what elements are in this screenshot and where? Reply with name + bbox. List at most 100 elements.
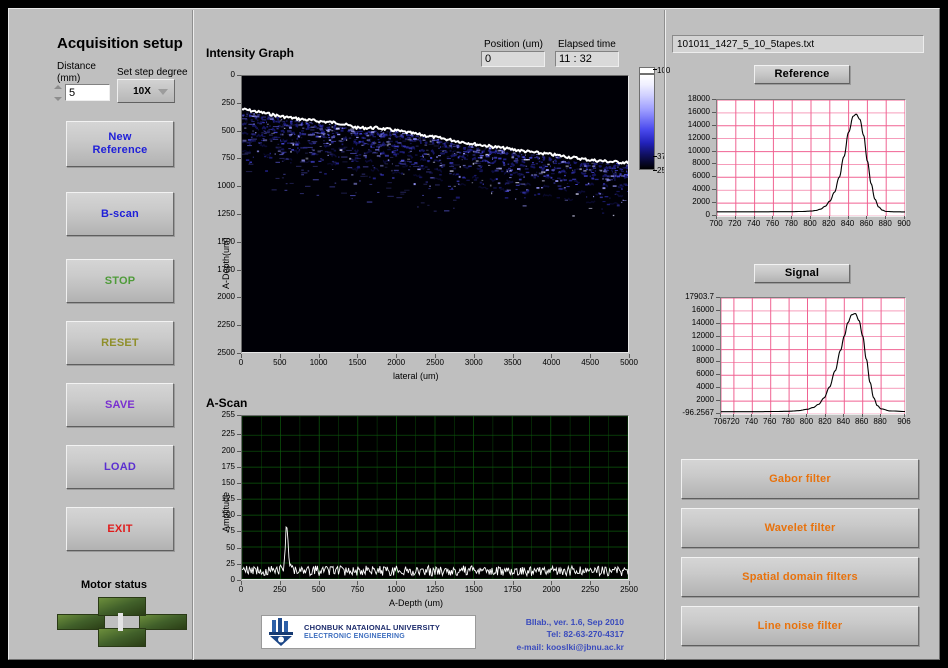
bscan-speckle xyxy=(249,140,254,142)
bscan-speckle xyxy=(422,139,426,141)
bscan-speckle xyxy=(319,146,322,147)
bscan-speckle xyxy=(498,157,502,160)
bscan-speckle xyxy=(506,189,511,191)
bscan-speckle xyxy=(384,144,391,146)
line-noise-filter-button[interactable]: Line noise filter xyxy=(681,606,919,646)
signal-spectrum-graph[interactable]: 17903.7 16000 14000 12000 10000 8000 6000 4000 2… xyxy=(672,291,924,446)
distance-spinner[interactable] xyxy=(54,85,63,101)
bscan-speckle xyxy=(420,202,425,204)
bscan-speckle xyxy=(442,146,444,148)
new-reference-button[interactable]: New Reference xyxy=(66,121,174,167)
bscan-speckle xyxy=(541,161,543,163)
signal-plot-area[interactable] xyxy=(720,297,906,415)
bscan-speckle xyxy=(554,166,556,168)
bscan-speckle xyxy=(373,151,377,153)
bscan-speckle xyxy=(291,149,295,151)
bscan-speckle xyxy=(485,155,488,157)
bscan-speckle xyxy=(521,183,526,185)
bscan-speckle xyxy=(515,161,519,164)
spectrum-x-tick: 880 xyxy=(873,417,887,426)
bscan-speckle xyxy=(574,169,576,171)
bscan-speckle xyxy=(621,168,624,170)
intensity-y-tick: 2500 xyxy=(217,348,235,357)
bscan-speckle xyxy=(276,128,279,130)
save-button[interactable]: SAVE xyxy=(66,383,174,427)
distance-input[interactable]: 5 xyxy=(65,84,110,101)
bscan-speckle xyxy=(381,135,385,138)
bscan-speckle xyxy=(521,160,524,163)
bscan-speckle xyxy=(534,157,536,159)
bscan-speckle xyxy=(343,146,348,148)
motor-center-gap xyxy=(118,613,123,631)
stop-button[interactable]: STOP xyxy=(66,259,174,303)
bscan-speckle xyxy=(417,206,419,208)
bscan-speckle xyxy=(526,189,530,192)
a-scan-y-tick: 255 xyxy=(221,410,235,419)
spectrum-y-tick: 2000 xyxy=(696,395,714,405)
intensity-graph[interactable]: 0 250 500 750 1000 1250 1500 1750 2000 2250 2500 A… xyxy=(201,59,641,389)
bscan-speckle xyxy=(274,153,276,155)
bscan-speckle xyxy=(402,166,406,168)
bscan-speckle xyxy=(346,149,352,151)
wavelet-filter-button[interactable]: Wavelet filter xyxy=(681,508,919,548)
intensity-y-tick: 2000 xyxy=(217,292,235,302)
bscan-speckle xyxy=(477,165,481,167)
b-scan-button[interactable]: B-scan xyxy=(66,192,174,236)
bscan-speckle xyxy=(518,173,521,175)
bscan-speckle xyxy=(588,207,593,209)
bscan-speckle xyxy=(277,136,281,138)
bscan-speckle xyxy=(324,173,327,175)
motor-status-label: Motor status xyxy=(81,579,147,591)
bscan-speckle xyxy=(407,139,412,141)
load-button[interactable]: LOAD xyxy=(66,445,174,489)
bscan-speckle xyxy=(453,154,457,157)
reference-spectrum-graph[interactable]: 18000 16000 14000 12000 10000 8000 6000 4000 200… xyxy=(672,93,924,248)
bscan-speckle xyxy=(543,157,546,159)
step-degree-value: 10X xyxy=(133,85,151,97)
load-label: LOAD xyxy=(104,460,136,473)
bscan-speckle xyxy=(395,155,398,157)
exit-label: EXIT xyxy=(107,522,133,535)
reference-plot-area[interactable] xyxy=(716,99,906,217)
bscan-speckle xyxy=(466,179,470,181)
bscan-speckle xyxy=(273,136,278,138)
bscan-speckle xyxy=(380,164,384,167)
bscan-speckle xyxy=(335,128,338,131)
bscan-speckle xyxy=(454,164,460,166)
spectrum-y-tick: 4000 xyxy=(692,184,710,194)
intensity-x-tick: 2000 xyxy=(387,358,406,367)
bscan-speckle xyxy=(614,179,616,181)
bscan-speckle xyxy=(289,126,292,129)
bscan-speckle xyxy=(331,148,335,150)
bscan-speckle xyxy=(328,137,331,139)
bscan-speckle xyxy=(291,139,293,141)
bscan-speckle xyxy=(543,175,546,177)
reference-button[interactable]: Reference xyxy=(754,65,850,84)
bscan-speckle xyxy=(338,156,340,158)
bscan-speckle xyxy=(422,155,424,158)
bscan-speckle xyxy=(393,133,396,136)
bscan-speckle xyxy=(553,162,558,164)
bscan-speckle xyxy=(523,191,528,193)
intensity-plot-area[interactable] xyxy=(241,75,629,353)
bscan-speckle xyxy=(297,136,300,138)
filename-display[interactable]: 101011_1427_5_10_5tapes.txt xyxy=(672,35,924,53)
bscan-speckle xyxy=(395,140,398,143)
bscan-speckle xyxy=(396,148,399,151)
step-degree-select[interactable]: 10X xyxy=(117,79,175,103)
bscan-speckle xyxy=(552,160,554,163)
a-scan-graph[interactable]: 0 25 50 75 100 125 150 175 200 225 255 Amplitude 0… xyxy=(201,407,641,612)
reset-button[interactable]: RESET xyxy=(66,321,174,365)
bscan-speckle xyxy=(369,176,371,178)
spatial-domain-filters-button[interactable]: Spatial domain filters xyxy=(681,557,919,597)
bscan-speckle xyxy=(476,147,480,150)
bscan-speckle xyxy=(280,126,284,128)
a-scan-plot-area[interactable] xyxy=(241,415,629,580)
bscan-speckle xyxy=(456,180,460,182)
bscan-speckle xyxy=(400,134,403,136)
bscan-speckle xyxy=(269,156,273,159)
bscan-speckle xyxy=(333,161,337,163)
exit-button[interactable]: EXIT xyxy=(66,507,174,551)
signal-button[interactable]: Signal xyxy=(754,264,850,283)
gabor-filter-button[interactable]: Gabor filter xyxy=(681,459,919,499)
